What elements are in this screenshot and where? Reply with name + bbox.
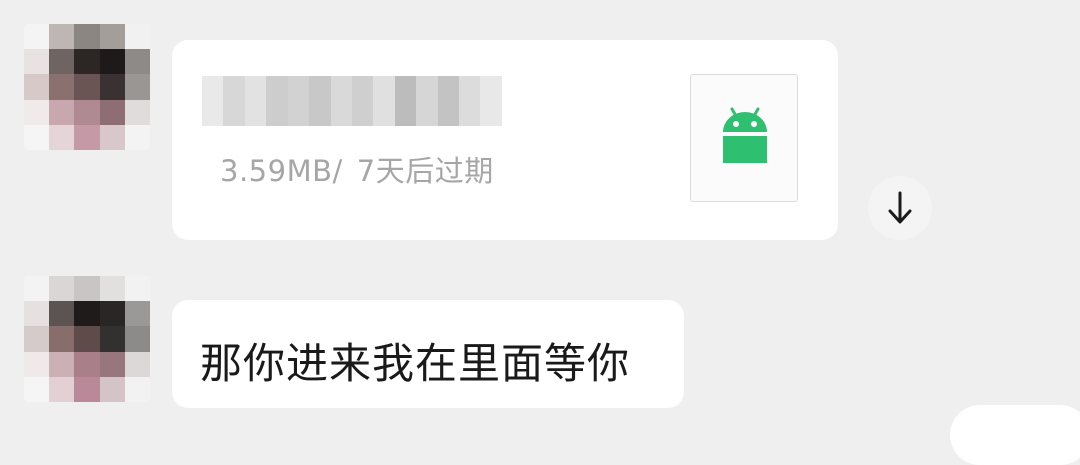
- avatar[interactable]: [24, 24, 150, 150]
- message-text: 那你进来我在里面等你: [200, 339, 631, 388]
- text-message-bubble[interactable]: 那你进来我在里面等你: [172, 300, 684, 408]
- file-name-pixelated: [202, 76, 502, 126]
- file-message-bubble[interactable]: 3.59MB/7天后过期: [172, 40, 838, 240]
- file-size: 3.59MB/: [220, 154, 343, 188]
- file-type-thumbnail[interactable]: [690, 74, 798, 202]
- chat-area: 3.59MB/7天后过期 那你进来我在里面等你: [0, 0, 1080, 465]
- download-arrow-icon: [888, 191, 912, 224]
- avatar[interactable]: [24, 276, 150, 402]
- file-expiry: 7天后过期: [356, 154, 494, 188]
- file-meta: 3.59MB/7天后过期: [220, 148, 494, 190]
- android-icon: [723, 107, 767, 163]
- partial-message-bubble: [950, 405, 1080, 465]
- download-button[interactable]: [868, 176, 932, 240]
